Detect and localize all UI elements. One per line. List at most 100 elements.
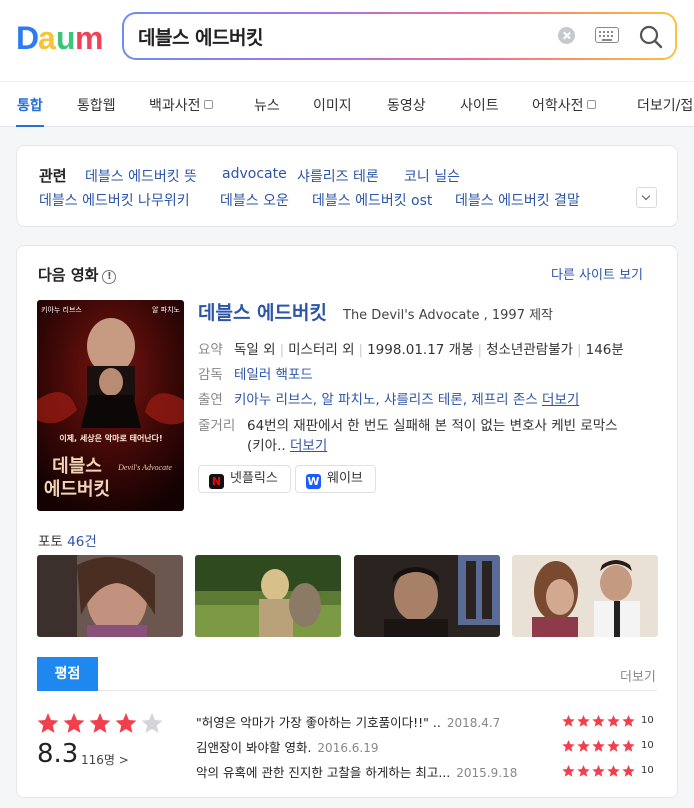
external-box-icon: [203, 100, 213, 109]
star-icon: [622, 740, 635, 752]
svg-text:a: a: [38, 20, 56, 54]
related-link[interactable]: 데블스 오운: [220, 190, 289, 210]
header: D a u m 데블스 에드버킷: [0, 0, 694, 81]
netflix-icon: N: [209, 474, 224, 489]
poster-image: 키아누 리브스 알 파치노 이제, 세상은 악마로 태어난다! 데블스 에드버킷…: [37, 300, 184, 511]
poster-en-title: Devil's Advocate: [117, 463, 172, 472]
tab-more[interactable]: 더보기/접: [637, 95, 693, 115]
summary-value: 독일 외 | 미스터리 외 | 1998.01.17 개봉 | 청소년관람불가 | 146분: [234, 342, 624, 358]
star-icon: [607, 715, 620, 727]
photos-count: 46건: [67, 534, 97, 550]
star-icon: [622, 715, 635, 727]
daum-logo[interactable]: D a u m: [16, 20, 104, 54]
cast-value: 키아누 리브스, 알 파치노, 샤를리즈 테론, 제프리 존스 더보기: [234, 388, 579, 408]
related-link[interactable]: 데블스 에드버킷 뜻: [85, 166, 197, 186]
related-link[interactable]: 데블스 에드버킷 ost: [312, 190, 432, 210]
search-box[interactable]: 데블스 에드버킷: [122, 12, 677, 60]
tab-encyclopedia[interactable]: 백과사전: [149, 95, 213, 115]
cast-more-link[interactable]: 더보기: [542, 392, 579, 408]
plot-label: 줄거리: [198, 418, 236, 434]
movie-card: 다음 영화! 다른 사이트 보기 키아누 리브스 알 파치노 이제, 세상은 악…: [16, 245, 678, 798]
star-icon: [562, 740, 575, 752]
poster-tagline: 이제, 세상은 악마로 태어난다!: [59, 433, 162, 443]
svg-text:u: u: [56, 20, 76, 54]
rating-tab[interactable]: 평점: [37, 657, 98, 691]
review-score: 10: [641, 765, 654, 776]
director-link[interactable]: 테일러 핵포드: [234, 363, 313, 383]
plot-line-2: (키아.. 더보기: [247, 438, 328, 454]
poster-top-left: 키아누 리브스: [41, 305, 82, 314]
cast-links[interactable]: 키아누 리브스, 알 파치노, 샤를리즈 테론, 제프리 존스: [234, 392, 538, 408]
tab-video[interactable]: 동영상: [387, 95, 426, 115]
tab-dictionary[interactable]: 어학사전: [532, 95, 596, 115]
star-icon: [607, 765, 620, 777]
related-link[interactable]: 코니 닐슨: [404, 166, 460, 186]
star-icon: [37, 713, 59, 733]
movie-poster[interactable]: 키아누 리브스 알 파치노 이제, 세상은 악마로 태어난다! 데블스 에드버킷…: [37, 300, 184, 511]
star-icon: [577, 715, 590, 727]
related-link[interactable]: 데블스 에드버킷 결말: [455, 190, 580, 210]
netflix-button[interactable]: N 넷플릭스: [198, 465, 291, 493]
photo-thumbnail[interactable]: [354, 555, 500, 637]
other-sites-link[interactable]: 다른 사이트 보기: [551, 264, 643, 283]
star-icon: [592, 765, 605, 777]
review-item[interactable]: "허영은 악마가 가장 좋아하는 기호품이다!!" .. 2018.4.7: [196, 712, 500, 731]
svg-text:D: D: [16, 20, 39, 54]
wavve-button[interactable]: W 웨이브: [295, 465, 376, 493]
photos-label[interactable]: 포토 46건: [38, 530, 97, 550]
cast-label: 출연: [198, 392, 223, 408]
rating-more-link[interactable]: 더보기: [620, 666, 656, 685]
related-link[interactable]: 샤를리즈 테론: [297, 166, 379, 186]
related-title: 관련: [39, 167, 67, 185]
external-box-icon: [586, 100, 596, 109]
info-icon[interactable]: !: [102, 270, 117, 284]
search-icon[interactable]: [637, 23, 665, 51]
keyboard-icon[interactable]: [595, 27, 619, 43]
review-stars: [562, 715, 635, 727]
review-stars: [562, 765, 635, 777]
clear-icon[interactable]: [558, 27, 575, 44]
star-icon: [562, 765, 575, 777]
plot-more-link[interactable]: 더보기: [290, 438, 327, 454]
summary-label: 요약: [198, 342, 223, 358]
expand-related-button[interactable]: [636, 187, 657, 208]
rating-count-link[interactable]: 116명 >: [81, 751, 129, 768]
tab-web[interactable]: 통합웹: [77, 95, 116, 115]
related-link[interactable]: 데블스 에드버킷 나무위키: [39, 190, 190, 210]
active-tab-indicator: [16, 125, 44, 127]
wavve-icon: W: [306, 474, 321, 489]
plot-line-1: 64번의 재판에서 한 번도 실패해 본 적이 없는 변호사 케빈 로막스: [247, 418, 618, 434]
review-score: 10: [641, 740, 654, 751]
tab-integrated[interactable]: 통합: [17, 95, 43, 115]
search-input[interactable]: 데블스 에드버킷: [138, 23, 263, 50]
star-icon: [115, 713, 137, 733]
director-label: 감독: [198, 367, 223, 383]
tab-news[interactable]: 뉴스: [254, 95, 280, 115]
tab-images[interactable]: 이미지: [313, 95, 352, 115]
star-icon: [607, 740, 620, 752]
star-icon: [89, 713, 111, 733]
review-item[interactable]: 김앤장이 봐야할 영화. 2016.6.19: [196, 737, 379, 756]
star-icon: [577, 765, 590, 777]
poster-top-right: 알 파치노: [152, 305, 181, 314]
movie-title[interactable]: 데블스 에드버킷: [198, 298, 327, 325]
photo-thumbnail[interactable]: [195, 555, 341, 637]
divider: [98, 690, 657, 691]
tab-sites[interactable]: 사이트: [460, 95, 499, 115]
star-icon: [622, 765, 635, 777]
average-score: 8.3: [37, 739, 79, 769]
photo-thumbnail[interactable]: [512, 555, 658, 637]
photo-thumbnail[interactable]: [37, 555, 183, 637]
movie-subtitle: The Devil's Advocate , 1997 제작: [343, 308, 554, 323]
star-icon: [592, 740, 605, 752]
svg-text:m: m: [75, 20, 103, 54]
section-title: 다음 영화!: [38, 264, 117, 285]
search-tabs: 통합 통합웹 백과사전 뉴스 이미지 동영상 사이트 어학사전 더보기/접: [0, 81, 694, 127]
related-link[interactable]: advocate: [222, 166, 287, 182]
review-stars: [562, 740, 635, 752]
star-icon: [141, 713, 163, 733]
review-item[interactable]: 악의 유혹에 관한 진지한 고찰을 하게하는 최고... 2015.9.18: [196, 762, 517, 781]
star-icon: [63, 713, 85, 733]
star-icon: [592, 715, 605, 727]
review-score: 10: [641, 715, 654, 726]
